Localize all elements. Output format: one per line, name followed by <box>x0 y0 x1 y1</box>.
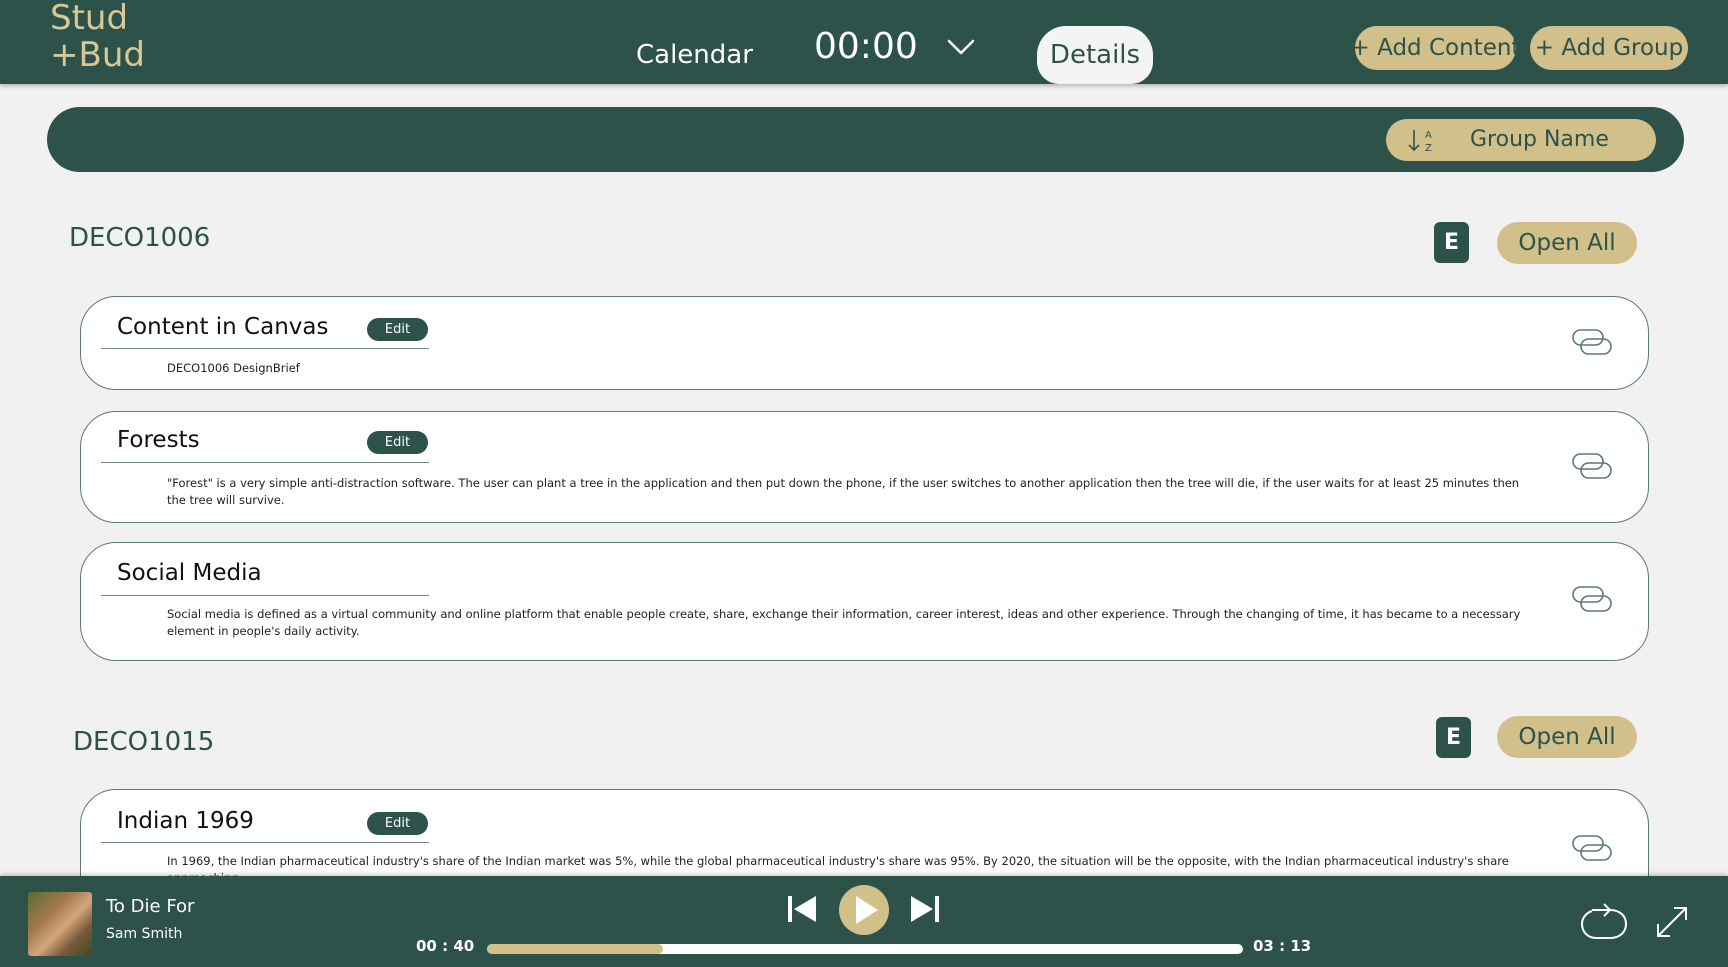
card-description: "Forest" is a very simple anti-distracti… <box>167 476 1520 507</box>
calendar-link[interactable]: Calendar <box>636 40 753 70</box>
previous-icon[interactable] <box>786 894 818 924</box>
album-art[interactable] <box>28 892 92 956</box>
repeat-icon[interactable] <box>1580 902 1628 942</box>
svg-text:A: A <box>1425 130 1432 141</box>
content-card[interactable]: Forests Edit "Forest" is a very simple a… <box>80 411 1649 523</box>
group-edit-button[interactable]: E <box>1436 717 1471 758</box>
group-edit-button[interactable]: E <box>1434 222 1469 263</box>
details-tab[interactable]: Details <box>1037 26 1153 84</box>
logo-line-2: +Bud <box>50 35 145 75</box>
title-divider <box>101 348 429 349</box>
edit-button[interactable]: Edit <box>367 431 428 454</box>
track-artist: Sam Smith <box>106 926 183 942</box>
card-title: Forests <box>117 427 200 453</box>
track-title: To Die For <box>106 896 195 917</box>
app-logo[interactable]: Stud +Bud <box>50 0 145 74</box>
sort-az-icon: A Z <box>1408 130 1432 154</box>
card-title: Content in Canvas <box>117 314 329 340</box>
progress-bar[interactable] <box>487 944 1243 954</box>
total-time: 03 : 13 <box>1253 937 1312 955</box>
content-card[interactable]: Content in Canvas Edit DECO1006 DesignBr… <box>80 296 1649 390</box>
edit-button[interactable]: Edit <box>367 812 428 835</box>
logo-line-1: Stud <box>50 0 129 38</box>
link-icon[interactable] <box>1571 326 1613 358</box>
add-content-button[interactable]: + Add Content <box>1351 26 1520 70</box>
content-card[interactable]: Indian 1969 Edit In 1969, the Indian pha… <box>80 789 1649 876</box>
card-title: Social Media <box>117 560 262 586</box>
open-all-button[interactable]: Open All <box>1497 716 1637 758</box>
top-bar: Stud +Bud Calendar 00:00 Details + Add C… <box>0 0 1728 84</box>
sort-label: Group Name <box>1470 127 1609 152</box>
link-icon[interactable] <box>1571 450 1613 482</box>
main-scroll-area[interactable]: Stud +Bud Calendar 00:00 Details + Add C… <box>0 0 1728 876</box>
group-title: DECO1015 <box>73 727 215 757</box>
title-divider <box>101 842 429 843</box>
card-description: In 1969, the Indian pharmaceutical indus… <box>167 854 1509 876</box>
add-group-button[interactable]: + Add Group <box>1530 26 1688 70</box>
content-card[interactable]: Social Media Social media is defined as … <box>80 542 1649 661</box>
expand-icon[interactable] <box>1654 904 1690 940</box>
sort-by-group-name-button[interactable]: A Z Group Name <box>1386 119 1656 161</box>
link-icon[interactable] <box>1571 832 1613 864</box>
card-description: Social media is defined as a virtual com… <box>167 607 1521 638</box>
link-icon[interactable] <box>1571 583 1613 615</box>
music-player: To Die For Sam Smith 00 : 40 03 : 13 <box>0 876 1728 967</box>
edit-button[interactable]: Edit <box>367 318 428 341</box>
group-title: DECO1006 <box>69 223 211 253</box>
title-divider <box>101 462 429 463</box>
progress-fill <box>487 944 664 954</box>
next-icon[interactable] <box>909 894 941 924</box>
open-all-button[interactable]: Open All <box>1497 222 1637 264</box>
title-divider <box>101 595 429 596</box>
play-icon[interactable] <box>838 884 890 936</box>
card-title: Indian 1969 <box>117 808 254 834</box>
focus-timer[interactable]: 00:00 <box>814 26 918 67</box>
card-description: DECO1006 DesignBrief <box>167 361 300 375</box>
chevron-down-icon[interactable] <box>946 36 976 58</box>
svg-text:Z: Z <box>1425 143 1432 154</box>
current-time: 00 : 40 <box>416 937 475 955</box>
